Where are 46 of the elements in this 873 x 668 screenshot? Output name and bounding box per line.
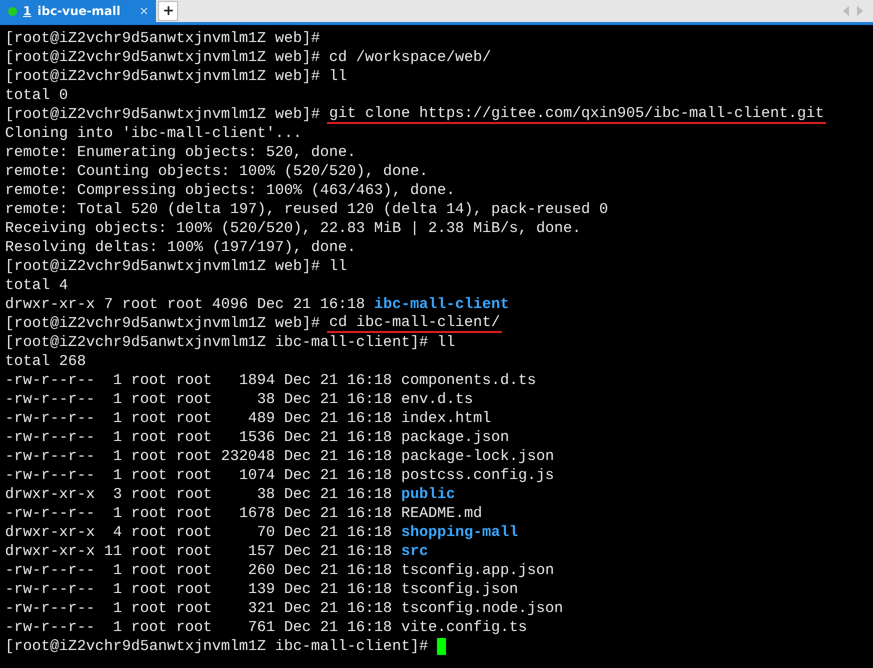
terminal-line: [root@iZ2vchr9d5anwtxjnvmlm1Z web]# ll <box>5 257 348 276</box>
terminal-line: -rw-r--r-- 1 root root 1536 Dec 21 16:18 package.json <box>5 428 510 447</box>
terminal-line: total 0 <box>5 86 68 105</box>
directory-name: src <box>401 542 428 561</box>
directory-name: shopping-mall <box>401 523 518 542</box>
terminal-line: total 268 <box>5 352 86 371</box>
directory-name: public <box>401 485 456 504</box>
terminal-line: -rw-r--r-- 1 root root 1894 Dec 21 16:18 components.d.ts <box>5 371 536 390</box>
terminal-line: -rw-r--r-- 1 root root 139 Dec 21 16:18 tsconfig.json <box>5 580 518 599</box>
tab-number: 1 <box>23 4 32 18</box>
terminal-line: Resolving deltas: 100% (197/197), done. <box>5 238 356 257</box>
terminal-line: -rw-r--r-- 1 root root 321 Dec 21 16:18 tsconfig.node.json <box>5 599 564 618</box>
terminal-line: -rw-r--r-- 1 root root 1074 Dec 21 16:18 postcss.config.js <box>5 466 554 485</box>
scroll-right-icon[interactable] <box>857 6 863 16</box>
terminal-line: -rw-r--r-- 1 root root 1678 Dec 21 16:18 README.md <box>5 504 482 523</box>
terminal-line: [root@iZ2vchr9d5anwtxjnvmlm1Z web]# <box>5 29 320 48</box>
terminal-line: drwxr-xr-x 4 root root 70 Dec 21 16:18 <box>5 523 394 542</box>
directory-name: ibc-mall-client <box>374 295 510 314</box>
terminal-line: [root@iZ2vchr9d5anwtxjnvmlm1Z web]# cd /workspace/web/ <box>5 48 492 67</box>
close-icon[interactable] <box>140 7 148 15</box>
terminal-line: -rw-r--r-- 1 root root 489 Dec 21 16:18 index.html <box>5 409 492 428</box>
terminal-line: drwxr-xr-x 11 root root 157 Dec 21 16:18 <box>5 542 394 561</box>
terminal-line: -rw-r--r-- 1 root root 38 Dec 21 16:18 env.d.ts <box>5 390 474 409</box>
terminal-line: Receiving objects: 100% (520/520), 22.83 MiB | 2.38 MiB/s, done. <box>5 219 582 238</box>
new-tab-button[interactable]: + <box>158 1 178 21</box>
terminal-line: [root@iZ2vchr9d5anwtxjnvmlm1Z web]# ll <box>5 67 348 86</box>
session-tab[interactable]: 1 ibc-vue-mall <box>0 0 156 22</box>
underlined-command: git clone https://gitee.com/qxin905/ibc-mall-client.git <box>327 105 826 124</box>
terminal-line: drwxr-xr-x 3 root root 38 Dec 21 16:18 <box>5 485 394 504</box>
terminal-line: [root@iZ2vchr9d5anwtxjnvmlm1Z web]# <box>5 105 322 124</box>
terminal-line: [root@iZ2vchr9d5anwtxjnvmlm1Z ibc-mall-client]# <box>5 637 430 656</box>
terminal-line: [root@iZ2vchr9d5anwtxjnvmlm1Z web]# <box>5 314 322 333</box>
terminal-line: remote: Compressing objects: 100% (463/463), done. <box>5 181 456 200</box>
terminal-line: remote: Enumerating objects: 520, done. <box>5 143 356 162</box>
terminal-line: remote: Counting objects: 100% (520/520), done. <box>5 162 428 181</box>
scroll-left-icon[interactable] <box>843 6 849 16</box>
terminal-line: -rw-r--r-- 1 root root 260 Dec 21 16:18 tsconfig.app.json <box>5 561 554 580</box>
terminal-line: drwxr-xr-x 7 root root 4096 Dec 21 16:18 <box>5 295 366 314</box>
terminal-line: Cloning into 'ibc-mall-client'... <box>5 124 302 143</box>
terminal-line: remote: Total 520 (delta 197), reused 120 (delta 14), pack-reused 0 <box>5 200 608 219</box>
tab-title: ibc-vue-mall <box>37 4 120 18</box>
terminal-line: [root@iZ2vchr9d5anwtxjnvmlm1Z ibc-mall-client]# ll <box>5 333 456 352</box>
terminal-line: total 4 <box>5 276 68 295</box>
terminal-line: -rw-r--r-- 1 root root 761 Dec 21 16:18 vite.config.ts <box>5 618 528 637</box>
underlined-command: cd ibc-mall-client/ <box>327 314 502 333</box>
terminal-line: -rw-r--r-- 1 root root 232048 Dec 21 16:18 package-lock.json <box>5 447 554 466</box>
